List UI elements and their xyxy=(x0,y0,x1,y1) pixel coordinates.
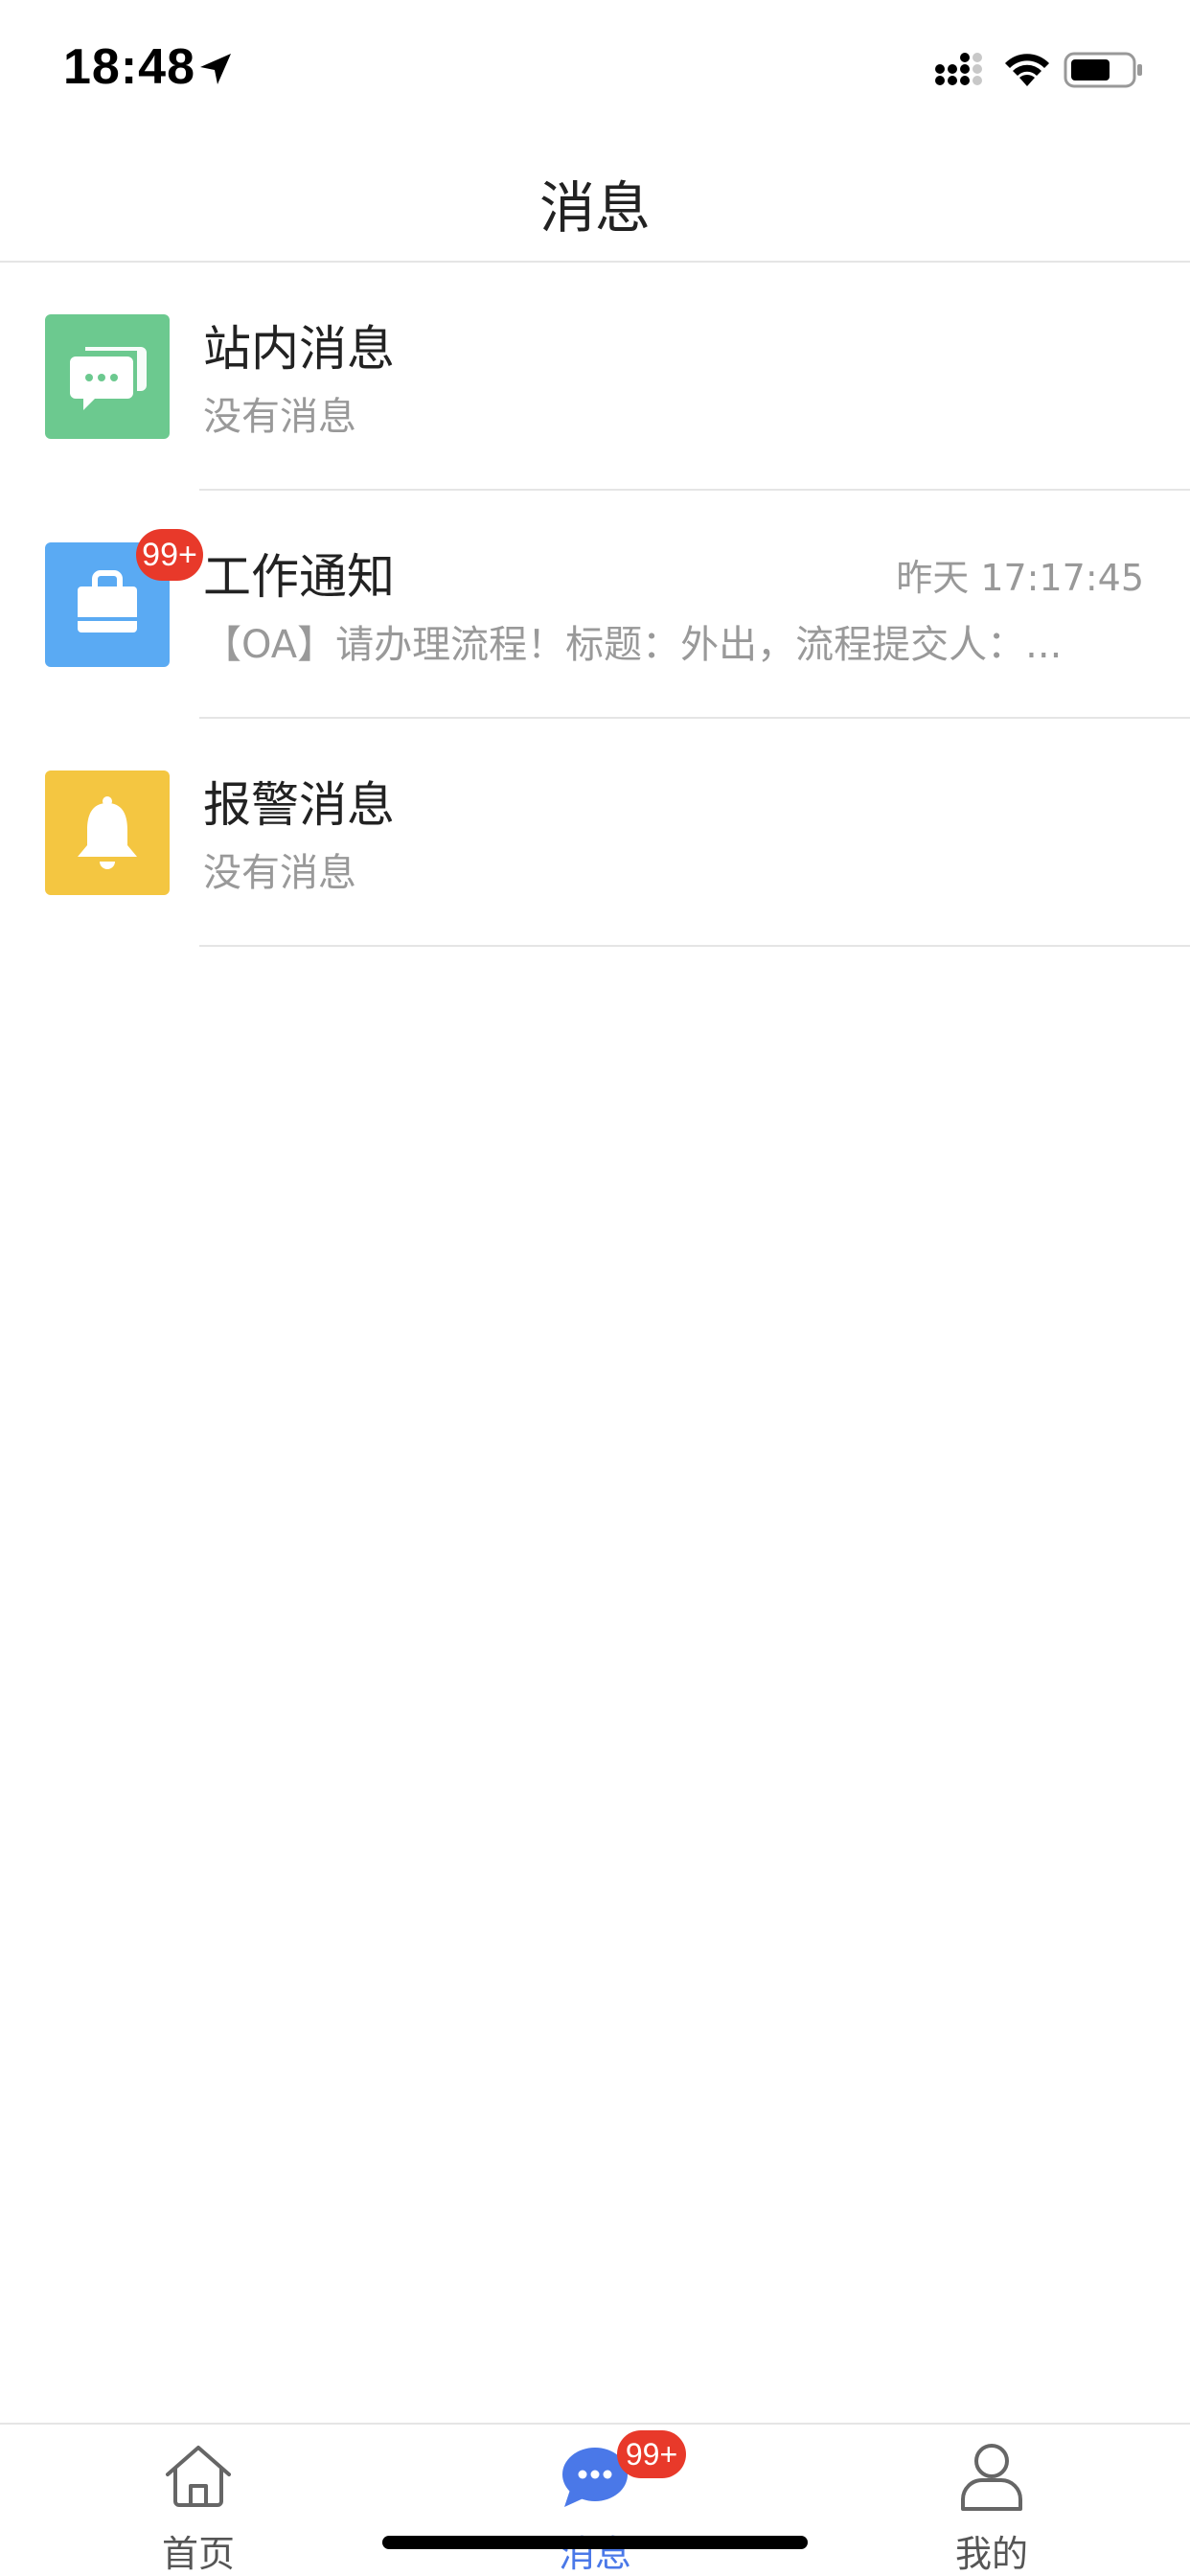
nav-bar: 消息 xyxy=(0,134,1190,263)
message-preview: 【OA】请办理流程！标题：外出，流程提交人：... xyxy=(203,623,1063,667)
status-bar: 18:48 xyxy=(0,0,1190,134)
home-icon xyxy=(166,2446,231,2507)
message-list: 站内消息 没有消息 99+ 工作通知 昨天 17:17:45 【OA】请办理流程… xyxy=(0,263,1190,947)
message-item-work[interactable]: 99+ 工作通知 昨天 17:17:45 【OA】请办理流程！标题：外出，流程提… xyxy=(0,491,1190,719)
status-time: 18:48 xyxy=(63,39,195,95)
message-preview: 没有消息 xyxy=(203,395,356,439)
location-arrow-icon xyxy=(200,54,231,84)
message-item-site[interactable]: 站内消息 没有消息 xyxy=(0,263,1190,491)
tab-unread-badge: 99+ xyxy=(617,2430,686,2478)
tab-me[interactable]: 我的 xyxy=(793,2425,1190,2576)
unread-badge: 99+ xyxy=(136,529,203,581)
tab-home[interactable]: 首页 xyxy=(0,2425,397,2576)
page-title: 消息 xyxy=(538,175,651,241)
user-icon xyxy=(961,2444,1022,2511)
message-title: 站内消息 xyxy=(203,321,395,377)
wifi-icon xyxy=(1005,54,1049,86)
tab-bar: 首页 99+ 消息 我的 xyxy=(0,2423,1190,2576)
divider xyxy=(199,945,1190,947)
message-time: 昨天 17:17:45 xyxy=(896,557,1144,599)
tab-label: 我的 xyxy=(954,2533,1028,2575)
message-title: 报警消息 xyxy=(203,777,395,833)
cellular-signal-icon xyxy=(935,53,982,85)
tab-label: 首页 xyxy=(161,2533,235,2575)
message-preview: 没有消息 xyxy=(203,851,356,895)
message-title: 工作通知 xyxy=(203,549,395,605)
home-indicator xyxy=(382,2536,808,2549)
chat-bubbles-icon xyxy=(45,314,170,439)
messages-screen: 18:48 消息 站内消息 没有消息 99+ 工作通知 昨天 17:17:45 … xyxy=(0,0,1190,2576)
battery-icon xyxy=(1064,52,1142,88)
bell-icon xyxy=(45,770,170,895)
tab-messages[interactable]: 99+ 消息 xyxy=(397,2425,793,2576)
tab-label: 消息 xyxy=(558,2533,631,2575)
message-item-alarm[interactable]: 报警消息 没有消息 xyxy=(0,719,1190,947)
